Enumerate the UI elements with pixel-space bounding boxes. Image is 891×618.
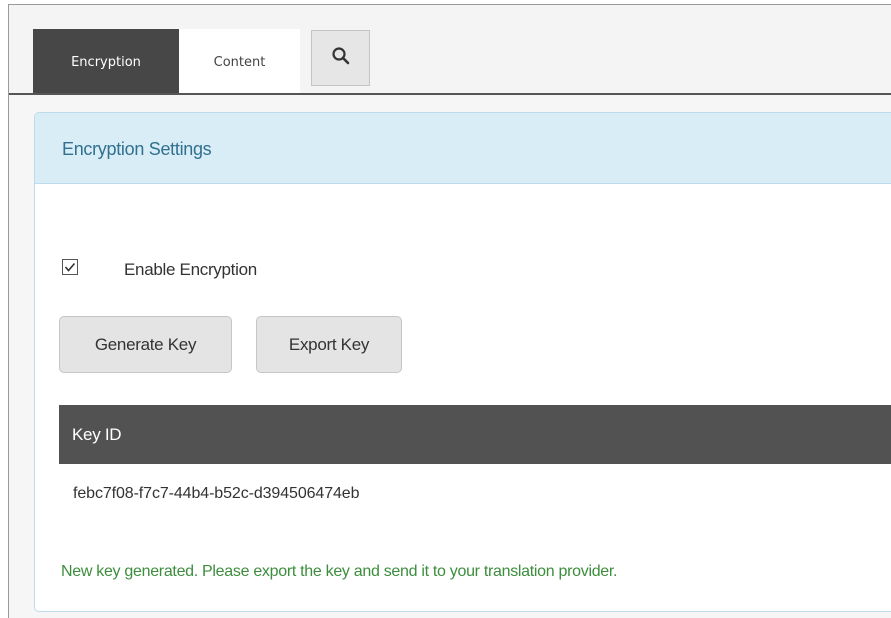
search-icon	[331, 46, 351, 71]
checkmark-icon	[64, 262, 76, 272]
status-message: New key generated. Please export the key…	[61, 563, 618, 580]
encryption-settings-panel: Encryption Settings Enable Encryption Ge…	[34, 112, 891, 612]
app-frame: Encryption Content Encryption Settings E…	[8, 4, 891, 618]
generate-key-button[interactable]: Generate Key	[59, 316, 232, 373]
tab-bar: Encryption Content	[9, 5, 891, 95]
panel-title: Encryption Settings	[62, 139, 212, 159]
tab-content[interactable]: Content	[179, 29, 300, 95]
key-table-header: Key ID	[59, 405, 891, 464]
panel-header: Encryption Settings	[35, 113, 891, 184]
tab-encryption[interactable]: Encryption	[33, 29, 179, 95]
enable-encryption-checkbox[interactable]	[62, 259, 78, 275]
key-id-cell: febc7f08-f7c7-44b4-b52c-d394506474eb	[73, 485, 360, 502]
search-button[interactable]	[311, 30, 370, 86]
enable-encryption-label: Enable Encryption	[124, 260, 257, 279]
tab-encryption-label: Encryption	[71, 54, 141, 70]
tab-content-label: Content	[213, 54, 266, 70]
tab-bar-divider	[9, 93, 891, 95]
export-key-button[interactable]: Export Key	[256, 316, 402, 373]
column-header-key-id: Key ID	[72, 425, 122, 444]
